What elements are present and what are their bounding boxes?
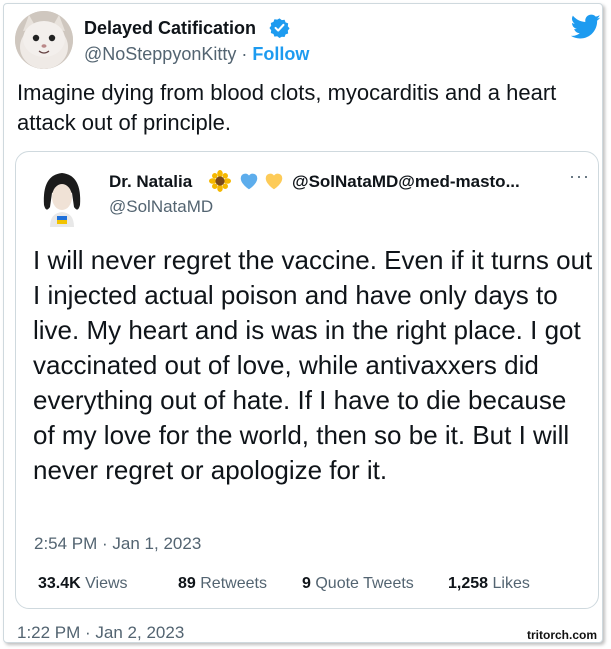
views-label: Views: [85, 575, 128, 592]
likes-stat[interactable]: 1,258 Likes: [448, 575, 530, 593]
twitter-bird-icon[interactable]: [571, 14, 601, 40]
quoted-author-handle[interactable]: @SolNataMD: [109, 197, 213, 217]
author-avatar[interactable]: [15, 11, 73, 69]
tweet-text: Imagine dying from blood clots, myocardi…: [17, 80, 557, 135]
watermark: tritorch.com: [527, 628, 598, 642]
yellow-heart-emoji-icon: [265, 173, 283, 190]
tweet-card: Delayed Catification @NoSteppyonKitty · …: [3, 3, 603, 643]
views-stat: 33.4K Views: [38, 575, 128, 593]
quoted-tweet[interactable]: Dr. Natalia @SolNataMD@med-masto... ··· …: [15, 151, 599, 609]
retweets-count: 89: [178, 575, 196, 592]
views-count: 33.4K: [38, 575, 81, 592]
quote-tweets-label: Quote Tweets: [315, 575, 414, 592]
quoted-timestamp[interactable]: 2:54 PM · Jan 1, 2023: [34, 534, 201, 554]
quoted-tweet-text: I will never regret the vaccine. Even if…: [33, 245, 593, 485]
quote-tweets-count: 9: [302, 575, 311, 592]
tweet-timestamp[interactable]: 1:22 PM · Jan 2, 2023: [17, 623, 184, 643]
quoted-author-name[interactable]: Dr. Natalia: [109, 172, 192, 192]
author-handle[interactable]: @NoSteppyonKitty: [84, 44, 236, 64]
likes-label: Likes: [492, 575, 530, 592]
verified-badge-icon: [269, 18, 290, 38]
likes-count: 1,258: [448, 575, 489, 592]
blue-heart-emoji-icon: [240, 173, 258, 190]
follow-button[interactable]: Follow: [252, 44, 309, 64]
retweets-label: Retweets: [200, 575, 267, 592]
quoted-author-avatar[interactable]: [38, 167, 86, 227]
more-options-icon[interactable]: ···: [569, 166, 590, 187]
author-handle-row: @NoSteppyonKitty · Follow: [84, 44, 309, 65]
author-name[interactable]: Delayed Catification: [84, 18, 256, 39]
quoted-inline-handle[interactable]: @SolNataMD@med-masto...: [292, 172, 520, 192]
quote-tweets-stat[interactable]: 9 Quote Tweets: [302, 575, 414, 593]
separator: ·: [241, 44, 248, 64]
sunflower-emoji-icon: [209, 170, 231, 192]
retweets-stat[interactable]: 89 Retweets: [178, 575, 267, 593]
